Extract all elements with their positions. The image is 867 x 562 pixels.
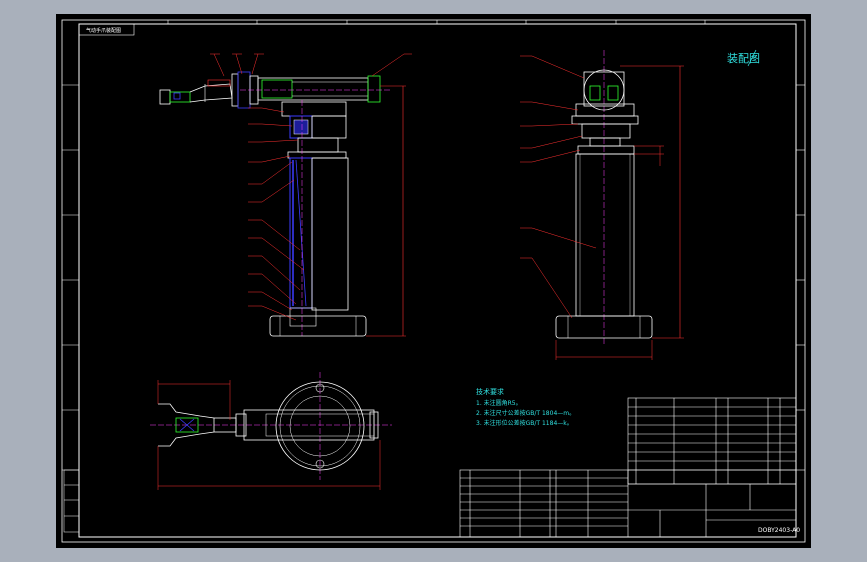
tech-req-heading: 技术要求 <box>476 387 504 396</box>
tech-req-item-3: 3. 未注形位公差按GB/T 1184—k。 <box>476 419 573 427</box>
drawing-sheet <box>56 14 811 548</box>
cad-drawing-canvas[interactable]: 气动手爪装配图 装配图 技术要求 1. 未注圆角R5。 2. 未注尺寸公差按GB… <box>0 0 867 562</box>
drawing-title-tag: 气动手爪装配图 <box>86 27 121 34</box>
drawing-stamp: 装配图 <box>727 52 760 65</box>
tech-req-item-1: 1. 未注圆角R5。 <box>476 399 522 407</box>
drawing-number: DOBY2403-A0 <box>758 527 800 534</box>
tech-req-item-2: 2. 未注尺寸公差按GB/T 1804—m。 <box>476 409 575 417</box>
